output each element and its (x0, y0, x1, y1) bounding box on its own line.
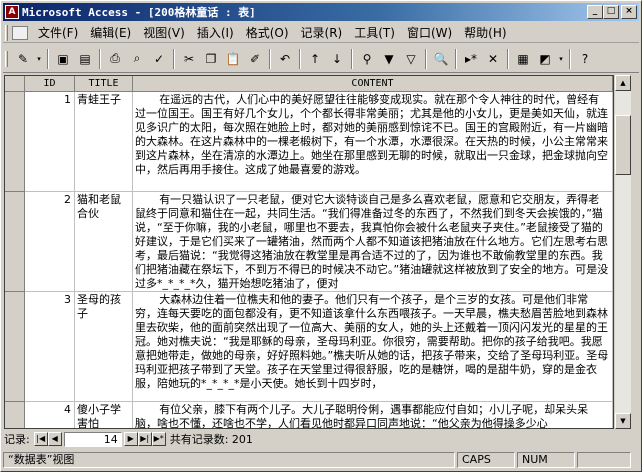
record-label: 记录: (4, 433, 30, 446)
print-preview-icon[interactable]: ⌕ (126, 48, 148, 70)
toolbar-separator (47, 48, 49, 69)
menu-item[interactable]: 记录(R) (295, 24, 349, 42)
first-record-button[interactable]: |◀ (33, 432, 48, 446)
toolbar-separator (425, 48, 427, 69)
scroll-down-button[interactable]: ▼ (615, 413, 631, 429)
toolbar-separator (269, 48, 271, 69)
menu-item[interactable]: 窗口(W) (401, 24, 458, 42)
menubar-grip[interactable] (5, 24, 8, 41)
status-bar: “数据表”视图 CAPS NUM (3, 451, 639, 469)
design-view-icon[interactable]: ✎ (12, 48, 34, 70)
toolbar-separator (299, 48, 301, 69)
menu-item[interactable]: 视图(V) (137, 24, 191, 42)
toolbar-separator (507, 48, 509, 69)
record-number-input[interactable]: 14 (63, 431, 122, 447)
menu-item[interactable]: 格式(O) (240, 24, 295, 42)
undo-icon[interactable]: ↶ (274, 48, 296, 70)
cell-content[interactable]: 有一只猫认识了一只老鼠，便对它大谈特谈自己是多么喜欢老鼠，愿意和它交朋友，弄得老… (133, 192, 613, 292)
new-record-icon[interactable]: ▤ (74, 48, 96, 70)
row-selector[interactable] (5, 292, 25, 402)
apply-filter-icon[interactable]: ▽ (400, 48, 422, 70)
cell-id[interactable]: 1 (25, 92, 75, 192)
window-controls: _ □ × (587, 5, 637, 19)
menu-item[interactable]: 帮助(H) (458, 24, 512, 42)
column-header-id[interactable]: ID (25, 76, 75, 92)
next-record-button[interactable]: ▶ (123, 432, 138, 446)
new-record-button[interactable]: ▶* (151, 432, 166, 446)
toolbar-separator (455, 48, 457, 69)
maximize-button[interactable]: □ (603, 5, 619, 19)
row-selector[interactable] (5, 92, 25, 192)
menu-item[interactable]: 文件(F) (32, 24, 84, 42)
help-icon[interactable]: ? (574, 48, 596, 70)
select-all-corner[interactable] (5, 76, 25, 92)
format-painter-icon[interactable]: ✐ (244, 48, 266, 70)
find-icon[interactable]: 🔍 (430, 48, 452, 70)
window-title: Microsoft Access - [200格林童话 : 表] (22, 6, 256, 19)
toolbar-separator (351, 48, 353, 69)
row-selector[interactable] (5, 192, 25, 292)
cell-id[interactable]: 2 (25, 192, 75, 292)
cell-title[interactable]: 青蛙王子 (75, 92, 133, 192)
save-icon[interactable]: ▣ (52, 48, 74, 70)
delete-record-icon[interactable]: ✕ (482, 48, 504, 70)
column-header-title[interactable]: TITLE (75, 76, 133, 92)
dropdown-icon[interactable]: ▾ (556, 48, 566, 70)
cell-title[interactable]: 傻小子学害怕 (75, 402, 133, 428)
spelling-icon[interactable]: ✓ (148, 48, 170, 70)
status-view: “数据表”视图 (3, 452, 455, 468)
scroll-thumb[interactable] (615, 115, 631, 175)
cell-id[interactable]: 4 (25, 402, 75, 428)
print-icon[interactable]: ⎙ (104, 48, 126, 70)
cell-content[interactable]: 在遥远的古代，人们心中的美好愿望往往能够变成现实。就在那个令人神往的时代，曾经有… (133, 92, 613, 192)
menu-item[interactable]: 编辑(E) (84, 24, 137, 42)
cell-content[interactable]: 有位父亲，膝下有两个儿子。大儿子聪明伶俐，遇事都能应付自如；小儿子呢，却呆头呆脑… (133, 402, 613, 428)
column-header-content[interactable]: CONTENT (133, 76, 613, 92)
menu-item[interactable]: 插入(I) (191, 24, 240, 42)
last-record-button[interactable]: ▶| (137, 432, 152, 446)
scroll-up-button[interactable]: ▲ (615, 75, 631, 91)
new-record-arrow-icon[interactable]: ▸* (460, 48, 482, 70)
table-icon[interactable] (12, 25, 28, 40)
toolbar-separator (569, 48, 571, 69)
vertical-scrollbar[interactable]: ▲ ▼ (615, 75, 631, 429)
key-icon[interactable]: A (5, 5, 19, 19)
record-navigator: 记录: |◀ ◀ 14 ▶ ▶| ▶* 共有记录数: 201 (4, 431, 630, 447)
cell-title[interactable]: 圣母的孩子 (75, 292, 133, 402)
database-window-icon[interactable]: ▦ (512, 48, 534, 70)
sort-descending-icon[interactable]: ↓ (326, 48, 348, 70)
cell-title[interactable]: 猫和老鼠合伙 (75, 192, 133, 292)
record-count: 共有记录数: 201 (169, 433, 253, 446)
status-caps: CAPS (457, 452, 515, 468)
toolbar-icons: ✎ ▾ ▣ ▤ ⎙ ⌕ ✓ ✂ ❐ 📋 ✐ ↶ ↑ ↓ ⚲ ▼ ▽ 🔍 ▸* ✕ ▦ ◩ ▾? (12, 48, 596, 70)
status-num: NUM (517, 452, 575, 468)
toolbar-separator (173, 48, 175, 69)
minimize-button[interactable]: _ (587, 5, 603, 19)
cut-icon[interactable]: ✂ (178, 48, 200, 70)
close-button[interactable]: × (621, 5, 637, 19)
datasheet: ID TITLE CONTENT 1 青蛙王子 在遥远的古代，人们心中的美好愿望往往能够变… (4, 75, 614, 429)
status-extra (577, 452, 631, 468)
toolbar-grip[interactable] (5, 50, 8, 67)
paste-icon[interactable]: 📋 (222, 48, 244, 70)
toolbar: ✎ ▾ ▣ ▤ ⎙ ⌕ ✓ ✂ ❐ 📋 ✐ ↶ ↑ ↓ ⚲ ▼ ▽ 🔍 ▸* ✕ ▦ ◩ ▾? (3, 45, 639, 73)
menu-bar: 文件(F) 编辑(E) 视图(V) 插入(I) 格式(O) 记录(R) 工具(T) 窗口(W)… (3, 23, 639, 43)
cell-content[interactable]: 大森林边住着一位樵夫和他的妻子。他们只有一个孩子，是个三岁的女孩。可是他们非常穷… (133, 292, 613, 402)
menu-items: 文件(F) 编辑(E) 视图(V) 插入(I) 格式(O) 记录(R) 工具(T) 窗口(W)… (32, 24, 513, 42)
filter-by-selection-icon[interactable]: ⚲ (356, 48, 378, 70)
filter-by-form-icon[interactable]: ▼ (378, 48, 400, 70)
toolbar-separator (99, 48, 101, 69)
previous-record-button[interactable]: ◀ (47, 432, 62, 446)
copy-icon[interactable]: ❐ (200, 48, 222, 70)
application-window: A Microsoft Access - [200格林童话 : 表] _ □ ×… (0, 0, 642, 472)
row-selector[interactable] (5, 402, 25, 428)
cell-id[interactable]: 3 (25, 292, 75, 402)
menu-item[interactable]: 工具(T) (348, 24, 401, 42)
dropdown-icon[interactable]: ▾ (34, 48, 44, 70)
new-object-icon[interactable]: ◩ (534, 48, 556, 70)
sort-ascending-icon[interactable]: ↑ (304, 48, 326, 70)
title-bar[interactable]: A Microsoft Access - [200格林童话 : 表] _ □ × (3, 3, 639, 21)
